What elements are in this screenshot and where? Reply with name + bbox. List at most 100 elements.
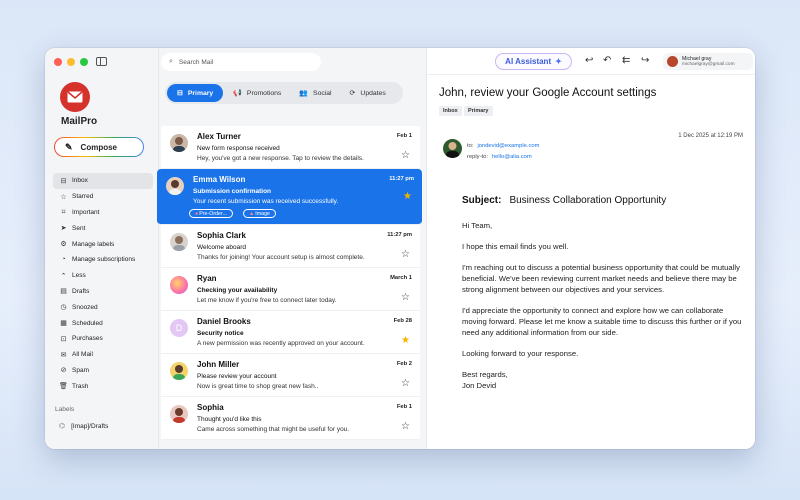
app-name: MailPro xyxy=(61,116,98,127)
label-item-imap-drafts[interactable]: ⌬ [Imap]/Drafts xyxy=(59,422,108,431)
sidebar-item-trash[interactable]: 🗑 Trash xyxy=(53,378,153,394)
mail-time: Feb 1 xyxy=(396,404,412,410)
minimize-window-button[interactable] xyxy=(67,58,75,66)
trash-icon: 🗑 xyxy=(59,383,68,391)
mail-row[interactable]: Sophia Feb 1 Thought you'd like this Cam… xyxy=(161,397,420,440)
mail-subject: Please review your account xyxy=(197,373,277,380)
sidebar-item-scheduled[interactable]: ▦ Scheduled xyxy=(53,315,153,331)
mail-icon: ✉ xyxy=(60,351,67,359)
attachment-name: Image xyxy=(255,210,270,217)
star-icon[interactable]: ☆ xyxy=(401,150,410,161)
mail-time: Feb 1 xyxy=(396,133,412,139)
body-paragraph: I'd appreciate the opportunity to connec… xyxy=(462,306,742,337)
reply-to-address-link[interactable]: hello@alia.com xyxy=(492,154,532,160)
avatar xyxy=(166,177,184,195)
rss-icon: ◔ xyxy=(61,256,66,264)
mail-subject: New form response received xyxy=(197,145,280,152)
email-to-line: to: jondevid@example.com xyxy=(467,143,539,149)
label-chip-inbox[interactable]: Inbox xyxy=(439,106,462,116)
compose-button[interactable]: ✎ Compose xyxy=(54,137,144,157)
sidebar-item-inbox[interactable]: ⊟ Inbox xyxy=(53,173,153,189)
label-chip-primary[interactable]: Primary xyxy=(464,106,493,116)
sidebar-item-spam[interactable]: ⊘ Spam xyxy=(53,363,153,379)
mail-preview: Now is great time to shop great new fash… xyxy=(197,383,319,390)
star-icon[interactable]: ☆ xyxy=(401,421,410,432)
star-filled-icon[interactable]: ★ xyxy=(403,191,412,202)
sidebar-item-label: Purchases xyxy=(72,335,103,343)
mail-time: March 1 xyxy=(390,275,412,281)
calendar-icon: ▦ xyxy=(60,320,67,328)
mail-sender: Daniel Brooks xyxy=(197,317,251,326)
chevron-up-icon: ⌃ xyxy=(60,272,67,280)
body-paragraph: Hi Team, xyxy=(462,221,493,230)
pencil-icon: ✎ xyxy=(65,141,73,152)
close-window-button[interactable] xyxy=(54,58,62,66)
avatar xyxy=(667,56,678,67)
tab-social[interactable]: 👥 Social xyxy=(291,84,339,102)
sidebar-item-label: Inbox xyxy=(72,177,88,185)
image-icon: ▲ xyxy=(249,210,255,217)
ai-assistant-label: AI Assistant xyxy=(505,57,552,66)
ai-assistant-button[interactable]: AI Assistant ✦ xyxy=(495,53,572,70)
search-input[interactable]: ⌕ Search Mail xyxy=(161,53,321,71)
star-filled-icon[interactable]: ★ xyxy=(401,335,410,346)
sidebar-item-purchases[interactable]: ⊡ Purchases xyxy=(53,331,153,347)
account-email: michaelgray@gmail.com xyxy=(682,62,735,67)
avatar xyxy=(170,134,188,152)
avatar xyxy=(170,362,188,380)
gear-icon: ⚙ xyxy=(60,241,67,249)
star-icon[interactable]: ☆ xyxy=(401,249,410,260)
reply-icon[interactable]: ↶ xyxy=(603,55,611,66)
mail-logo-icon xyxy=(60,82,90,112)
attachment-chip[interactable]: ● Pre-Order... xyxy=(189,209,233,218)
sidebar-item-manage-subscriptions[interactable]: ◔ Manage subscriptions xyxy=(53,252,153,268)
tab-primary[interactable]: ⊟ Primary xyxy=(167,84,224,102)
reply-icon[interactable]: ↩ xyxy=(585,55,593,66)
sidebar-item-all-mail[interactable]: ✉ All Mail xyxy=(53,347,153,363)
labels-heading: Labels xyxy=(55,406,75,413)
sidebar-item-label: Drafts xyxy=(72,287,90,295)
reply-all-icon[interactable]: ⇇ xyxy=(622,55,630,66)
mail-sender: Sophia Clark xyxy=(197,231,246,240)
tab-promotions[interactable]: 📢 Promotions xyxy=(225,84,289,102)
send-icon: ➤ xyxy=(60,225,67,233)
compose-label: Compose xyxy=(80,142,117,152)
sidebar-toggle-icon[interactable] xyxy=(96,57,107,66)
sidebar-item-label: Less xyxy=(72,272,86,280)
mail-subject: Submission confirmation xyxy=(193,188,272,195)
inbox-icon: ⊟ xyxy=(60,177,67,185)
avatar xyxy=(170,405,188,423)
zoom-window-button[interactable] xyxy=(80,58,88,66)
forward-icon[interactable]: ↪ xyxy=(641,55,649,66)
sidebar-item-important[interactable]: ⌑ Important xyxy=(53,205,153,221)
mail-row[interactable]: D Daniel Brooks Feb 28 Security notice A… xyxy=(161,311,420,354)
attachment-name: Pre-Order... xyxy=(199,210,227,217)
sidebar-item-starred[interactable]: ☆ Starred xyxy=(53,189,153,205)
account-switcher[interactable]: Michael gray michaelgray@gmail.com xyxy=(663,53,753,70)
mail-preview: Hey, you've got a new response. Tap to r… xyxy=(197,155,364,162)
sidebar-item-manage-labels[interactable]: ⚙ Manage labels xyxy=(53,236,153,252)
mail-row[interactable]: Ryan March 1 Checking your availability … xyxy=(161,268,420,311)
tab-label: Updates xyxy=(360,89,386,97)
attachment-chip[interactable]: ▲ Image xyxy=(243,209,276,218)
mail-sender: Ryan xyxy=(197,274,217,283)
star-icon[interactable]: ☆ xyxy=(401,292,410,303)
subject-text: Business Collaboration Opportunity xyxy=(509,195,667,206)
mail-time: Feb 28 xyxy=(393,318,412,324)
sidebar-item-sent[interactable]: ➤ Sent xyxy=(53,220,153,236)
reader-toolbar: AI Assistant ✦ ↩ ↶ ⇇ ↪ Michael gray mich… xyxy=(427,48,755,75)
star-icon[interactable]: ☆ xyxy=(401,378,410,389)
mail-row[interactable]: John Miller Feb 2 Please review your acc… xyxy=(161,354,420,397)
mail-row-selected[interactable]: Emma Wilson 11:27 pm Submission confirma… xyxy=(157,169,422,225)
tab-label: Primary xyxy=(187,89,214,97)
tab-updates[interactable]: ⟳ Updates xyxy=(342,84,394,102)
people-icon: 👥 xyxy=(299,90,309,97)
sidebar-item-snoozed[interactable]: ◷ Snoozed xyxy=(53,299,153,315)
sidebar-item-label: All Mail xyxy=(72,351,93,359)
sidebar-item-drafts[interactable]: ▤ Drafts xyxy=(53,284,153,300)
mail-row[interactable]: Sophia Clark 11:27 pm Welcome aboard Tha… xyxy=(161,225,420,268)
mail-row[interactable]: Alex Turner Feb 1 New form response rece… xyxy=(161,126,420,169)
reply-to-label: reply-to: xyxy=(467,154,488,160)
to-address-link[interactable]: jondevid@example.com xyxy=(477,143,539,149)
sidebar-item-less[interactable]: ⌃ Less xyxy=(53,268,153,284)
